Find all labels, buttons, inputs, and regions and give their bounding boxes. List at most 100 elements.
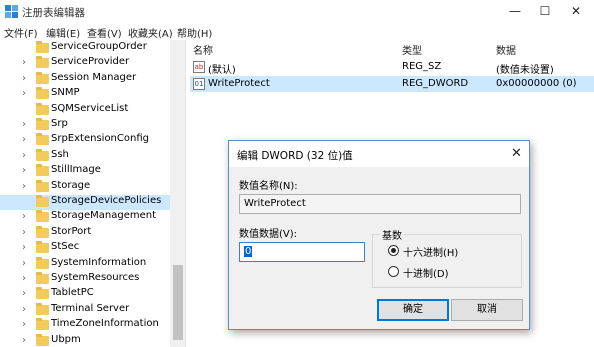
value-type: REG_SZ [402,61,442,72]
cancel-button[interactable]: 取消 [451,299,523,321]
chevron-right-icon[interactable]: › [22,181,26,192]
column-header-type[interactable]: 类型 [402,42,422,57]
dialog-title-bar: 编辑 DWORD (32 位)值 ✕ [229,141,529,167]
tree-item[interactable]: › Storage [0,179,170,195]
column-header-data[interactable]: 数据 [496,42,516,57]
window-title: 注册表编辑器 [22,7,85,19]
tree-item[interactable]: › TabletPC [0,287,170,302]
tree-item[interactable]: › Terminal Server [0,302,170,318]
dialog-close-button[interactable]: ✕ [511,146,522,161]
dialog-title: 编辑 DWORD (32 位)值 [237,150,353,162]
close-button[interactable]: ✕ [553,0,594,23]
tree-item[interactable]: SQMServiceList [0,102,170,118]
value-name: (默认) [208,65,236,76]
value-row-default[interactable]: ab (默认) REG_SZ (数值未设置) [190,59,594,76]
chevron-right-icon[interactable]: › [22,227,26,238]
chevron-right-icon[interactable]: › [22,73,26,84]
chevron-right-icon[interactable]: › [22,88,26,99]
tree-item[interactable]: › SNMP [0,87,170,102]
tree-item[interactable]: › Session Manager [0,71,170,87]
decimal-radio-label[interactable]: 十进制(D) [403,265,449,280]
tree-item-label: Srp [51,118,68,129]
chevron-right-icon[interactable]: › [22,211,26,222]
tree-item-label: TimeZoneInformation [51,318,159,330]
value-name: WriteProtect [208,78,270,89]
tree-item[interactable]: › SystemInformation [0,256,170,272]
tree-item-label: Terminal Server [51,302,130,314]
folder-icon [36,225,49,238]
tree-item-label: StorageDevicePolicies [51,195,162,206]
chevron-right-icon[interactable]: › [22,258,26,269]
folder-icon [36,133,49,146]
folder-icon [36,56,49,69]
tree-item[interactable]: › SystemResources [0,272,170,287]
menu-favorites[interactable]: 收藏夹(A) [128,25,173,40]
folder-icon [36,210,49,223]
chevron-right-icon[interactable]: › [22,304,26,315]
decimal-radio[interactable] [388,266,399,277]
value-name-field: WriteProtect [239,194,521,214]
chevron-right-icon[interactable]: › [22,165,26,176]
chevron-right-icon[interactable]: › [22,57,26,68]
value-type: REG_DWORD [402,78,469,89]
tree-item[interactable]: ServiceGroupOrder [0,41,170,56]
tree-item-label: SNMP [51,87,80,99]
chevron-right-icon[interactable]: › [22,134,26,145]
chevron-right-icon[interactable]: › [22,119,26,130]
chevron-right-icon[interactable]: › [22,242,26,253]
chevron-right-icon[interactable]: › [22,273,26,284]
tree-item[interactable]: StorageDevicePolicies [0,195,170,211]
menu-view[interactable]: 查看(V) [87,25,122,40]
value-row-writeprotect[interactable]: 01 WriteProtect REG_DWORD 0x00000000 (0) [190,76,594,92]
tree-scrollbar-thumb[interactable] [173,265,183,340]
folder-icon [36,41,49,53]
tree-item[interactable]: › Ubpm [0,333,170,347]
folder-icon [36,256,49,269]
chevron-right-icon[interactable]: › [22,150,26,161]
folder-icon [36,87,49,100]
tree-item[interactable]: › StSec [0,241,170,256]
tree-item-label: SQMServiceList [51,102,129,114]
chevron-right-icon[interactable]: › [22,319,26,330]
tree-item[interactable]: › StorageManagement [0,210,170,225]
folder-icon [36,179,49,192]
edit-dword-dialog: 编辑 DWORD (32 位)值 ✕ 数值名称(N): WriteProtect… [228,140,530,330]
tree-item[interactable]: › ServiceProvider [0,56,170,71]
tree-item[interactable]: › StillImage [0,164,170,179]
tree-item[interactable]: › SrpExtensionConfig [0,133,170,148]
tree-item-label: StorPort [51,225,92,237]
folder-icon [36,318,49,331]
tree-item-label: SrpExtensionConfig [51,133,149,145]
tree-scrollbar[interactable] [170,40,185,347]
column-header-name[interactable]: 名称 [193,42,213,57]
tree-item-label: StillImage [51,164,101,176]
tree-item[interactable]: › Srp [0,118,170,133]
registry-editor-icon [5,5,18,18]
tree-item[interactable]: › TimeZoneInformation [0,318,170,333]
hex-radio-label[interactable]: 十六进制(H) [403,244,458,259]
binary-value-icon: 01 [193,78,205,90]
folder-icon [36,118,49,130]
registry-key-tree[interactable]: › Ubpm › TimeZoneInformation › Terminal Serve… [0,40,186,347]
base-group-title: 基数 [380,227,404,242]
tree-item[interactable]: › Ssh [0,148,170,164]
ok-button[interactable]: 确定 [377,299,449,321]
folder-icon [36,148,49,161]
menu-edit[interactable]: 编辑(E) [46,25,80,40]
tree-item-label: Ssh [51,148,69,160]
tree-item[interactable]: › StorPort [0,225,170,241]
menu-file[interactable]: 文件(F) [4,25,38,40]
tree-item-label: TabletPC [51,287,94,299]
tree-item-label: StorageManagement [51,210,156,222]
chevron-right-icon[interactable]: › [22,335,26,346]
folder-icon [36,102,49,115]
folder-icon [36,241,49,254]
value-data-label: 数值数据(V): [239,229,298,240]
menu-help[interactable]: 帮助(H) [177,25,212,40]
value-data-input[interactable]: 0 [239,242,365,262]
tree-item-label: Ubpm [51,333,81,345]
hex-radio[interactable] [388,245,399,256]
tree-item-label: ServiceProvider [51,56,130,68]
folder-icon [36,287,49,300]
chevron-right-icon[interactable]: › [22,288,26,299]
